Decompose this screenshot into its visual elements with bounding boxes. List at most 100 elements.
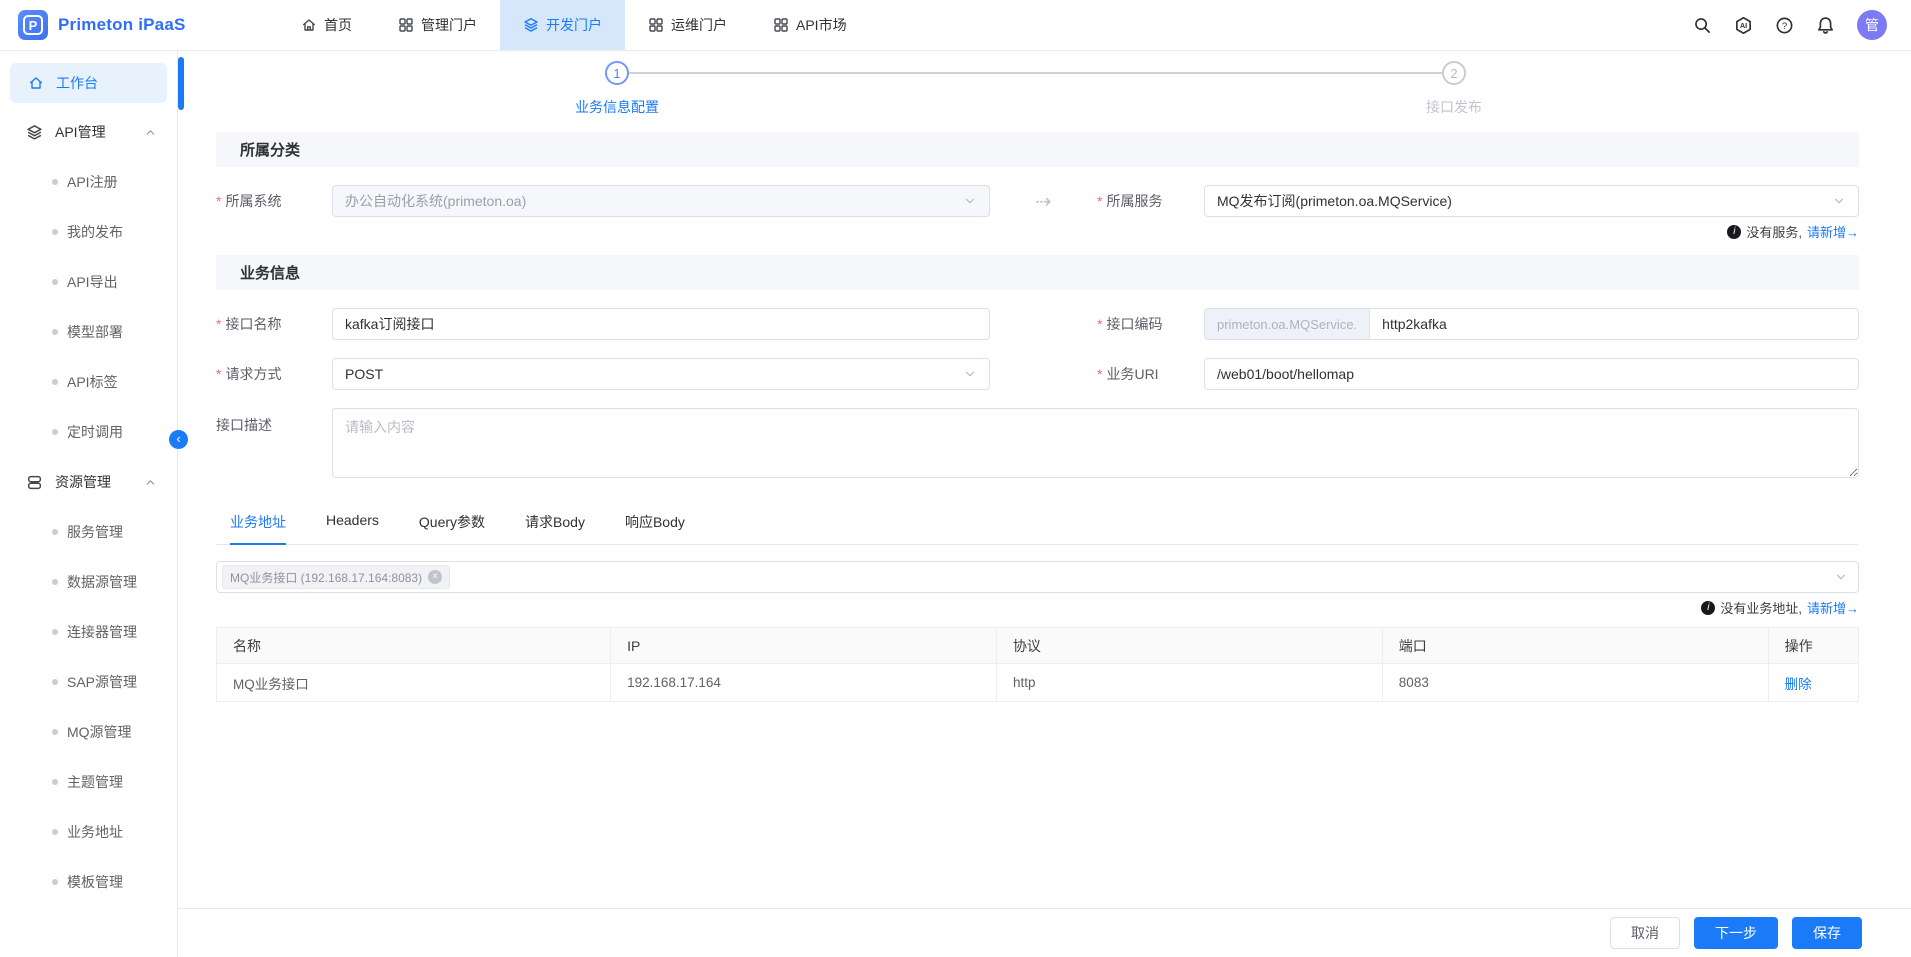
sidebar-item-api-register[interactable]: API注册 — [0, 157, 177, 207]
form-content: 所属分类 *所属系统 办公自动化系统(primeton.oa) ⇢ *所属服务 … — [216, 132, 1859, 702]
stepper-connector — [629, 72, 1442, 74]
chevron-down-icon — [1832, 194, 1846, 208]
sidebar-item-topic-mgmt[interactable]: 主题管理 — [0, 757, 177, 807]
address-select[interactable]: MQ业务接口 (192.168.17.164:8083) × — [216, 561, 1859, 593]
business-row-2: *请求方式 POST *业务URI — [216, 358, 1859, 390]
chevron-down-icon — [963, 194, 977, 208]
sidebar-item-label: API标签 — [67, 372, 118, 392]
step-2-circle: 2 — [1442, 61, 1466, 85]
avatar[interactable]: 管 — [1857, 10, 1887, 40]
sidebar-item-model-deploy[interactable]: 模型部署 — [0, 307, 177, 357]
sidebar-item-api-export[interactable]: API导出 — [0, 257, 177, 307]
save-button[interactable]: 保存 — [1792, 917, 1862, 949]
col-port: 端口 — [1382, 628, 1768, 664]
nav-api-market-label: API市场 — [796, 15, 847, 35]
svg-text:?: ? — [1782, 21, 1787, 32]
sidebar: 工作台 API管理 API注册 我的发布 API导出 模型部署 API标签 定时… — [0, 51, 178, 957]
sidebar-item-api-tags[interactable]: API标签 — [0, 357, 177, 407]
sidebar-item-label: 我的发布 — [67, 222, 123, 242]
step-1-circle: 1 — [605, 61, 629, 85]
stepper: 1 业务信息配置 2 接口发布 — [178, 51, 1911, 132]
footer-actions: 取消 下一步 保存 — [178, 908, 1911, 957]
sidebar-item-mq-source-mgmt[interactable]: MQ源管理 — [0, 707, 177, 757]
api-name-label: *接口名称 — [216, 314, 332, 334]
sidebar-item-sap-source-mgmt[interactable]: SAP源管理 — [0, 657, 177, 707]
sidebar-group-api-management[interactable]: API管理 — [0, 107, 177, 157]
api-code-field: primeton.oa.MQService. — [1204, 308, 1859, 340]
bell-icon[interactable] — [1816, 16, 1835, 35]
sidebar-group-resource-management[interactable]: 资源管理 — [0, 457, 177, 507]
business-row-3: 接口描述 — [216, 408, 1859, 478]
grid-icon — [398, 17, 414, 33]
top-right-actions: AI ? 管 — [1693, 10, 1911, 40]
tab-business-address[interactable]: 业务地址 — [230, 504, 286, 544]
step-2-label: 接口发布 — [1354, 97, 1554, 117]
service-add-link[interactable]: 请新增→ — [1807, 222, 1859, 241]
nav-ops-portal[interactable]: 运维门户 — [625, 0, 750, 50]
search-icon[interactable] — [1693, 16, 1712, 35]
col-action: 操作 — [1768, 628, 1858, 664]
nav-api-market[interactable]: API市场 — [750, 0, 870, 50]
nav-home[interactable]: 首页 — [278, 0, 375, 50]
main-content: 1 业务信息配置 2 接口发布 所属分类 *所属系统 办公自动化系统(prime… — [178, 51, 1911, 957]
service-select[interactable]: MQ发布订阅(primeton.oa.MQService) — [1204, 185, 1859, 217]
nav-dev-portal[interactable]: 开发门户 — [500, 0, 625, 50]
system-select-value: 办公自动化系统(primeton.oa) — [345, 191, 526, 211]
api-code-input[interactable] — [1370, 309, 1858, 339]
section-classification-header: 所属分类 — [216, 132, 1859, 167]
service-label: *所属服务 — [1097, 191, 1204, 211]
tab-response-body[interactable]: 响应Body — [625, 504, 685, 544]
section-title: 所属分类 — [240, 139, 300, 160]
address-add-link[interactable]: 请新增→ — [1807, 598, 1859, 617]
tab-headers[interactable]: Headers — [326, 504, 379, 544]
cancel-button[interactable]: 取消 — [1610, 917, 1680, 949]
sidebar-item-datasource-mgmt[interactable]: 数据源管理 — [0, 557, 177, 607]
layers-icon — [26, 124, 43, 141]
sidebar-item-label: 数据源管理 — [67, 572, 137, 592]
sidebar-item-label: 定时调用 — [67, 422, 123, 442]
sidebar-collapse-button[interactable]: ‹ — [169, 430, 188, 449]
next-step-button[interactable]: 下一步 — [1694, 917, 1778, 949]
nav-admin-portal-label: 管理门户 — [421, 15, 477, 35]
help-icon[interactable]: ? — [1775, 16, 1794, 35]
api-name-input[interactable] — [332, 308, 990, 340]
cell-name: MQ业务接口 — [217, 664, 611, 702]
uri-label: *业务URI — [1097, 364, 1204, 384]
sidebar-item-scheduled-call[interactable]: 定时调用 — [0, 407, 177, 457]
col-protocol: 协议 — [996, 628, 1382, 664]
ai-assistant-icon[interactable]: AI — [1734, 16, 1753, 35]
tab-query-params[interactable]: Query参数 — [419, 504, 485, 544]
brand-logo: P Primeton iPaaS — [0, 10, 260, 40]
service-hint: i 没有服务, 请新增→ — [216, 222, 1859, 241]
description-textarea[interactable] — [332, 408, 1859, 478]
brand-name: Primeton iPaaS — [58, 15, 186, 35]
sidebar-group-label: 资源管理 — [55, 472, 111, 492]
sidebar-item-connector-mgmt[interactable]: 连接器管理 — [0, 607, 177, 657]
cell-port: 8083 — [1382, 664, 1768, 702]
tab-request-body[interactable]: 请求Body — [525, 504, 585, 544]
section-title: 业务信息 — [240, 262, 300, 283]
uri-input[interactable] — [1204, 358, 1859, 390]
address-hint: i 没有业务地址, 请新增→ — [216, 598, 1859, 617]
method-select[interactable]: POST — [332, 358, 990, 390]
address-tag-label: MQ业务接口 (192.168.17.164:8083) — [230, 569, 422, 586]
step-1-label: 业务信息配置 — [517, 97, 717, 117]
sidebar-item-service-mgmt[interactable]: 服务管理 — [0, 507, 177, 557]
sidebar-item-label: API注册 — [67, 172, 118, 192]
sidebar-item-template-mgmt[interactable]: 模板管理 — [0, 857, 177, 907]
nav-dev-portal-label: 开发门户 — [546, 15, 602, 35]
tag-close-icon[interactable]: × — [428, 570, 442, 584]
sidebar-item-business-address[interactable]: 业务地址 — [0, 807, 177, 857]
svg-text:AI: AI — [1740, 21, 1747, 30]
classification-row: *所属系统 办公自动化系统(primeton.oa) ⇢ *所属服务 MQ发布订… — [216, 185, 1859, 217]
sidebar-item-workbench[interactable]: 工作台 — [10, 63, 167, 103]
chevron-down-icon — [1834, 570, 1848, 584]
layers-icon — [523, 17, 539, 33]
sidebar-item-my-publish[interactable]: 我的发布 — [0, 207, 177, 257]
address-table: 名称 IP 协议 端口 操作 MQ业务接口 192.168.17.164 htt… — [216, 627, 1859, 702]
brand-logo-letter: P — [29, 18, 38, 33]
nav-admin-portal[interactable]: 管理门户 — [375, 0, 500, 50]
sidebar-item-label: API导出 — [67, 272, 118, 292]
system-select[interactable]: 办公自动化系统(primeton.oa) — [332, 185, 990, 217]
delete-link[interactable]: 删除 — [1785, 677, 1812, 692]
